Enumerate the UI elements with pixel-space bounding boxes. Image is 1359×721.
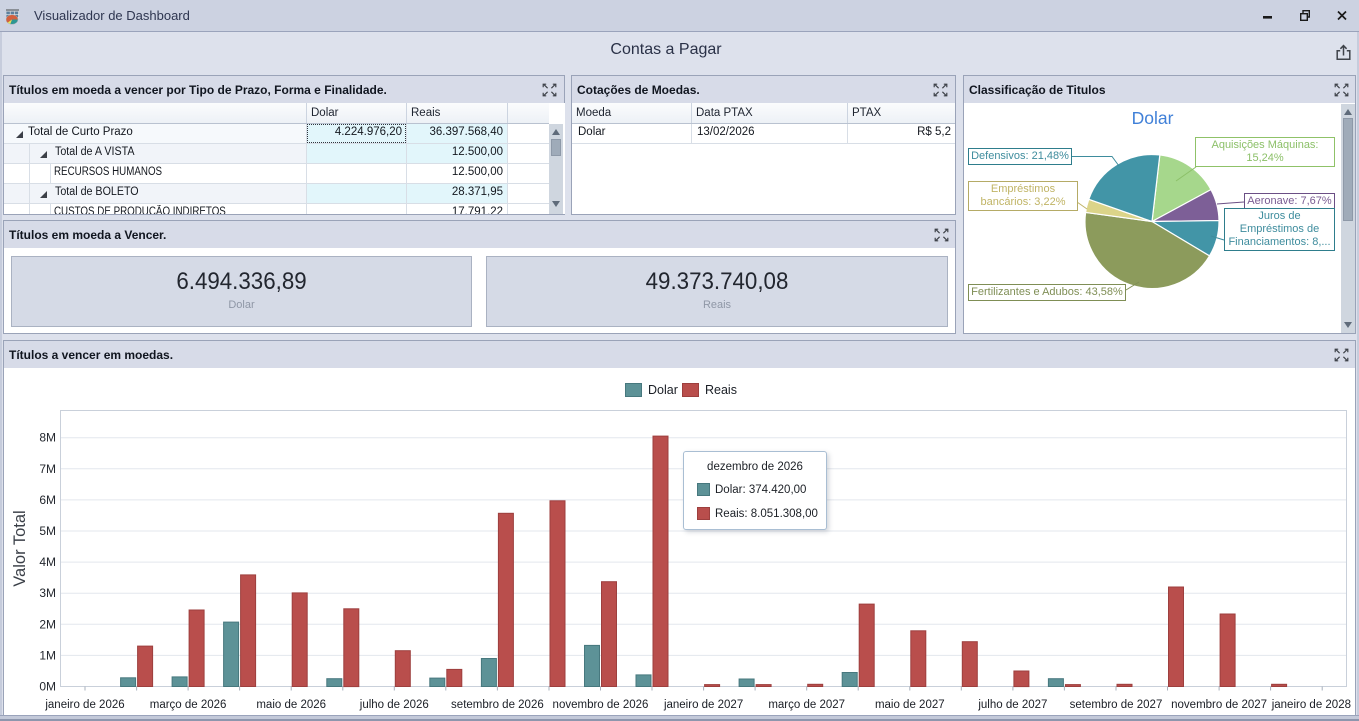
svg-text:julho de 2026: julho de 2026 [359,699,429,711]
svg-text:julho de 2027: julho de 2027 [977,699,1047,711]
svg-text:setembro de 2026: setembro de 2026 [451,699,544,711]
svg-text:março de 2026: março de 2026 [150,699,227,711]
svg-text:janeiro de 2026: janeiro de 2026 [44,699,124,711]
svg-text:0M: 0M [39,680,56,694]
svg-text:janeiro de 2027: janeiro de 2027 [663,699,743,711]
svg-text:8M: 8M [39,431,56,445]
svg-text:6M: 6M [39,493,56,507]
svg-text:2M: 2M [39,617,56,631]
svg-text:maio de 2026: maio de 2026 [256,699,326,711]
svg-text:5M: 5M [39,524,56,538]
svg-text:novembro de 2026: novembro de 2026 [553,699,649,711]
svg-text:Valor Total: Valor Total [11,510,29,586]
svg-text:3M: 3M [39,586,56,600]
svg-text:1M: 1M [39,648,56,662]
svg-text:março de 2027: março de 2027 [768,699,845,711]
svg-text:novembro de 2027: novembro de 2027 [1171,699,1267,711]
svg-text:maio de 2027: maio de 2027 [875,699,945,711]
svg-text:4M: 4M [39,555,56,569]
svg-text:7M: 7M [39,462,56,476]
svg-text:setembro de 2027: setembro de 2027 [1070,699,1163,711]
svg-text:janeiro de 2028: janeiro de 2028 [1271,699,1351,711]
